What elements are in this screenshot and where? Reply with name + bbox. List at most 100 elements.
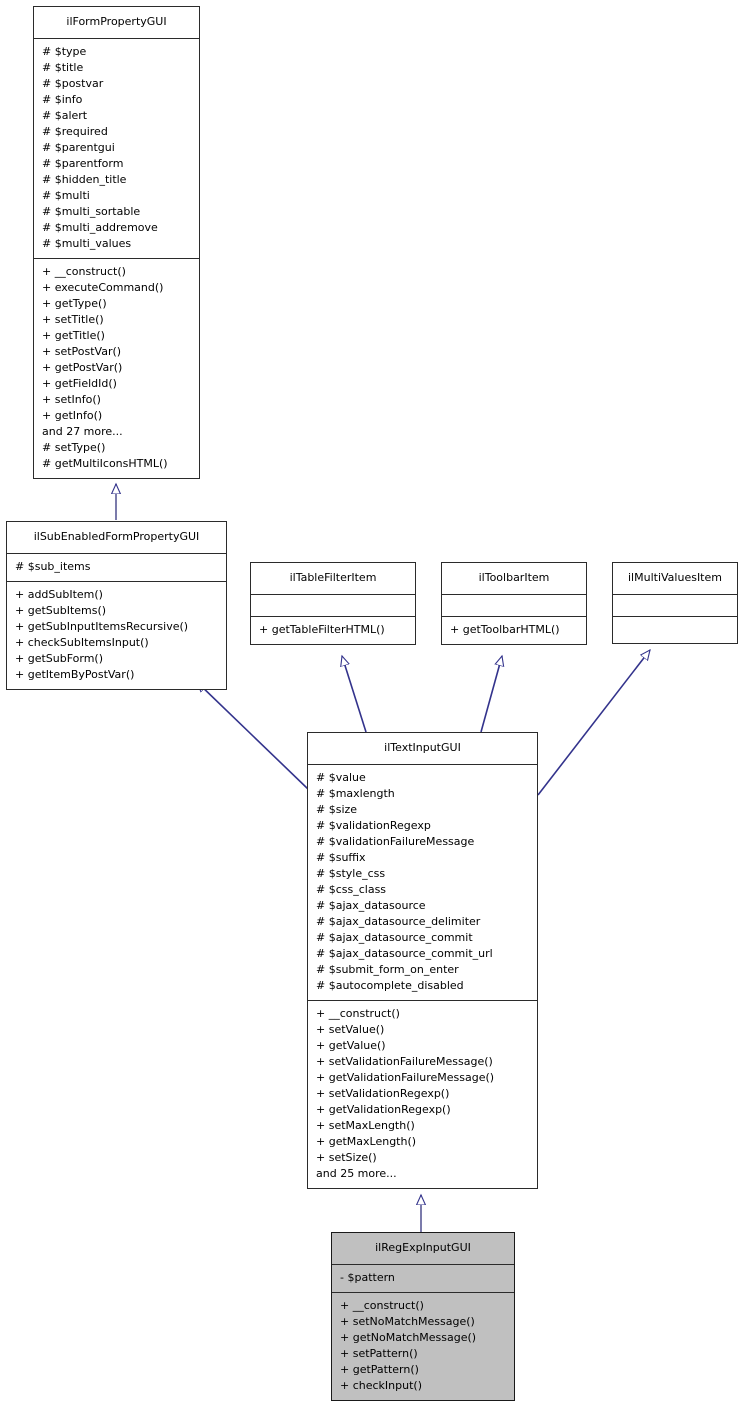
- member-item: # $hidden_title: [42, 173, 127, 186]
- edge-textinput-to-subenabled: [197, 682, 310, 791]
- attributes-compartment: [251, 594, 415, 616]
- methods-compartment: + getToolbarHTML(): [442, 616, 586, 644]
- class-name-compartment: ilToolbarItem: [442, 563, 586, 594]
- class-name-label: ilTextInputGUI: [384, 741, 461, 754]
- methods-compartment: + __construct() + setValue() + getValue() +…: [308, 1000, 537, 1188]
- method-list: + addSubItem() + getSubItems() + getSubInp…: [7, 585, 226, 686]
- uml-class-diagram: ilFormPropertyGUI # $type # $title # $post…: [0, 0, 744, 1401]
- member-item: # $maxlength: [316, 787, 395, 800]
- member-item: and 25 more...: [316, 1167, 397, 1180]
- class-name-label: ilMultiValuesItem: [628, 571, 722, 584]
- class-name-compartment: ilSubEnabledFormPropertyGUI: [7, 522, 226, 553]
- edge-textinput-to-tablefilteritem: [342, 656, 367, 733]
- class-box-ilregexpinputgui[interactable]: ilRegExpInputGUI - $pattern + __construc…: [331, 1232, 515, 1401]
- member-item: + setTitle(): [42, 313, 104, 326]
- member-item: # $ajax_datasource_delimiter: [316, 915, 481, 928]
- member-item: # $size: [316, 803, 358, 816]
- member-item: # $title: [42, 61, 84, 74]
- member-item: - $pattern: [340, 1271, 395, 1284]
- member-item: + getPostVar(): [42, 361, 123, 374]
- class-name-label: ilFormPropertyGUI: [66, 15, 167, 28]
- member-item: # $parentform: [42, 157, 124, 170]
- attributes-compartment: [613, 594, 737, 616]
- methods-compartment: + getTableFilterHTML(): [251, 616, 415, 644]
- class-box-iltoolbaritem[interactable]: ilToolbarItem + getToolbarHTML(): [441, 562, 587, 645]
- member-item: + getSubInputItemsRecursive(): [15, 620, 189, 633]
- class-name-compartment: ilTextInputGUI: [308, 733, 537, 764]
- member-item: and 27 more...: [42, 425, 123, 438]
- attributes-compartment: - $pattern: [332, 1264, 514, 1292]
- attributes-compartment: # $sub_items: [7, 553, 226, 581]
- method-list: + getToolbarHTML(): [442, 620, 586, 641]
- member-item: + getValidationRegexp(): [316, 1103, 451, 1116]
- attribute-list: # $value # $maxlength # $size # $validation…: [308, 768, 537, 997]
- member-item: + getTitle(): [42, 329, 105, 342]
- member-item: + getType(): [42, 297, 107, 310]
- attributes-compartment: # $type # $title # $postvar # $info # $alert…: [34, 38, 199, 258]
- member-item: + setInfo(): [42, 393, 101, 406]
- attributes-compartment: [442, 594, 586, 616]
- attribute-list: [442, 598, 586, 603]
- edge-textinput-to-multivaluesitem: [537, 650, 650, 796]
- member-item: + getNoMatchMessage(): [340, 1331, 477, 1344]
- member-item: + checkInput(): [340, 1379, 422, 1392]
- member-item: + getValidationFailureMessage(): [316, 1071, 495, 1084]
- member-item: + __construct(): [340, 1299, 424, 1312]
- class-name-label: ilTableFilterItem: [289, 571, 377, 584]
- member-item: + __construct(): [42, 265, 126, 278]
- attributes-compartment: # $value # $maxlength # $size # $validation…: [308, 764, 537, 1000]
- class-name-label: ilToolbarItem: [478, 571, 550, 584]
- member-item: + setMaxLength(): [316, 1119, 415, 1132]
- class-name-compartment: ilRegExpInputGUI: [332, 1233, 514, 1264]
- member-item: + getToolbarHTML(): [450, 623, 560, 636]
- member-item: # getMultiIconsHTML(): [42, 457, 168, 470]
- member-item: + getSubItems(): [15, 604, 107, 617]
- member-item: + getPattern(): [340, 1363, 419, 1376]
- method-list: [613, 620, 737, 625]
- member-item: + __construct(): [316, 1007, 400, 1020]
- member-item: # $css_class: [316, 883, 387, 896]
- member-item: + setValidationRegexp(): [316, 1087, 450, 1100]
- attribute-list: # $sub_items: [7, 557, 226, 578]
- member-item: + getFieldId(): [42, 377, 117, 390]
- member-item: # $ajax_datasource_commit_url: [316, 947, 493, 960]
- member-item: + setPostVar(): [42, 345, 122, 358]
- member-item: # $multi_sortable: [42, 205, 141, 218]
- member-item: # $ajax_datasource_commit: [316, 931, 473, 944]
- member-item: + getValue(): [316, 1039, 386, 1052]
- member-item: # $value: [316, 771, 366, 784]
- class-name-compartment: ilMultiValuesItem: [613, 563, 737, 594]
- member-item: + setNoMatchMessage(): [340, 1315, 475, 1328]
- method-list: + __construct() + executeCommand() + getTy…: [34, 262, 199, 475]
- member-item: # $multi: [42, 189, 90, 202]
- member-item: # $autocomplete_disabled: [316, 979, 464, 992]
- member-item: # $sub_items: [15, 560, 91, 573]
- edge-textinput-to-toolbaritem: [480, 656, 502, 733]
- attribute-list: [251, 598, 415, 603]
- member-item: # $parentgui: [42, 141, 115, 154]
- member-item: # $required: [42, 125, 108, 138]
- method-list: + getTableFilterHTML(): [251, 620, 415, 641]
- member-item: + addSubItem(): [15, 588, 103, 601]
- class-box-iltextinputgui[interactable]: ilTextInputGUI # $value # $maxlength # $si…: [307, 732, 538, 1189]
- method-list: + __construct() + setNoMatchMessage() + ge…: [332, 1296, 514, 1397]
- member-item: # setType(): [42, 441, 106, 454]
- attribute-list: - $pattern: [332, 1268, 514, 1289]
- member-item: # $suffix: [316, 851, 366, 864]
- member-item: + setValidationFailureMessage(): [316, 1055, 493, 1068]
- member-item: + getSubForm(): [15, 652, 104, 665]
- member-item: + getInfo(): [42, 409, 103, 422]
- class-box-ilformpropertygui[interactable]: ilFormPropertyGUI # $type # $title # $post…: [33, 6, 200, 479]
- class-box-ilsubenabledformpropertygui[interactable]: ilSubEnabledFormPropertyGUI # $sub_items…: [6, 521, 227, 690]
- member-item: # $info: [42, 93, 83, 106]
- class-box-ilmultivaluesitem[interactable]: ilMultiValuesItem: [612, 562, 738, 644]
- attribute-list: [613, 598, 737, 603]
- methods-compartment: [613, 616, 737, 643]
- member-item: + getMaxLength(): [316, 1135, 417, 1148]
- member-item: # $multi_values: [42, 237, 132, 250]
- member-item: + getItemByPostVar(): [15, 668, 135, 681]
- member-item: + executeCommand(): [42, 281, 164, 294]
- class-box-iltablefilteritem[interactable]: ilTableFilterItem + getTableFilterHTML(): [250, 562, 416, 645]
- attribute-list: # $type # $title # $postvar # $info # $alert…: [34, 42, 199, 255]
- class-name-compartment: ilFormPropertyGUI: [34, 7, 199, 38]
